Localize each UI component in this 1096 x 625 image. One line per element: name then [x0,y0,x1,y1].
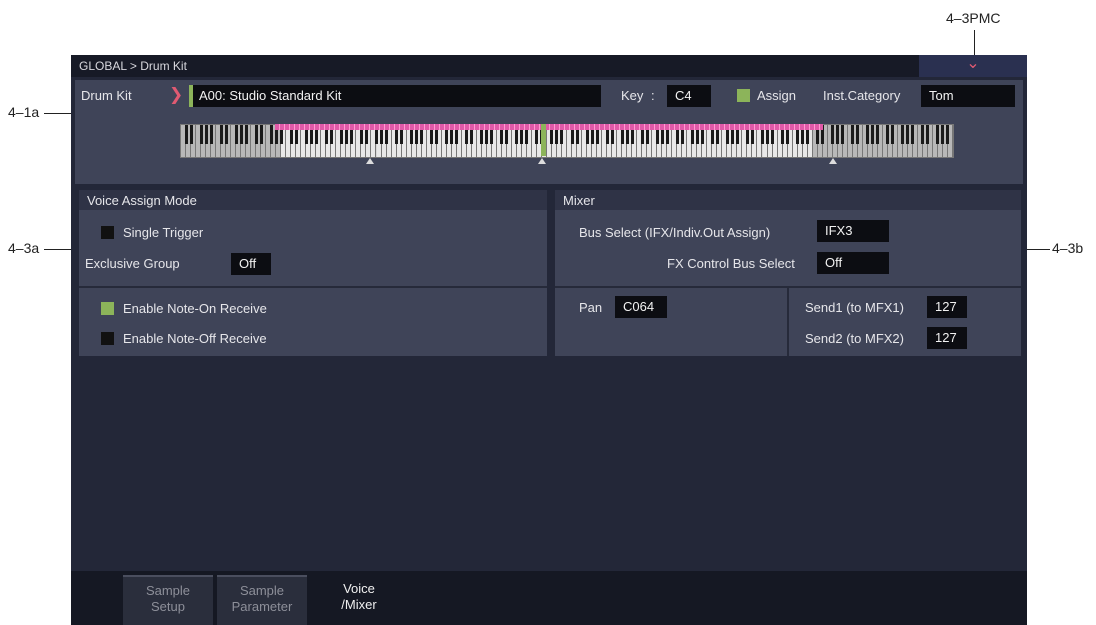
black-key[interactable] [189,125,193,144]
bus-select-label: Bus Select (IFX/Indiv.Out Assign) [579,225,771,240]
mixer-header: Mixer [555,190,1021,210]
black-key[interactable] [244,125,248,144]
black-key[interactable] [941,125,945,144]
send2-field[interactable]: 127 [927,327,967,349]
assign-label: Assign [757,88,797,103]
screen: GLOBAL > Drum Kit ⌄ Drum Kit ❯ A00: Stud… [71,55,1027,625]
drumkit-name: A00: Studio Standard Kit [199,88,342,103]
tab-sample-parameter-line2: Parameter [231,599,293,614]
assign-checkbox[interactable] [737,89,750,102]
voice-assign-header: Voice Assign Mode [79,190,547,210]
black-key[interactable] [831,125,835,144]
drumkit-select-field[interactable]: A00: Studio Standard Kit [189,85,601,107]
tab-voice-mixer-line1: Voice [343,581,375,596]
callout-pmc: 4–3PMC [946,10,1001,26]
callout-4-3b: 4–3b [1052,240,1084,256]
black-key[interactable] [921,125,925,144]
black-key[interactable] [936,125,940,144]
black-key[interactable] [234,125,238,144]
callout-4-3a: 4–3a [8,240,40,256]
range-low-marker [366,158,374,164]
tab-voice-mixer[interactable]: Voice /Mixer [311,575,407,625]
fx-control-bus-field[interactable]: Off [817,252,889,274]
black-key[interactable] [876,125,880,144]
callout-4-3b-line [1026,249,1050,250]
fx-control-bus-label: FX Control Bus Select [667,256,795,271]
black-key[interactable] [886,125,890,144]
key-separator: : [651,88,655,103]
bus-select-field[interactable]: IFX3 [817,220,889,242]
tab-sample-setup-line1: Sample [145,583,191,598]
black-key[interactable] [926,125,930,144]
mixer-title: Mixer [563,193,595,208]
note-on-label: Enable Note-On Receive [123,301,267,316]
black-key[interactable] [911,125,915,144]
callout-4-1a: 4–1a [8,104,40,120]
chevron-down-icon: ⌄ [966,55,980,72]
voice-assign-divider [79,286,547,288]
exclusive-group-label: Exclusive Group [85,256,180,271]
exclusive-group-field[interactable]: Off [231,253,271,275]
voice-assign-panel: Voice Assign Mode Single Trigger Exclusi… [79,190,547,356]
tab-voice-mixer-line2: /Mixer [341,597,377,612]
voice-assign-title: Voice Assign Mode [87,193,197,208]
drumkit-label: Drum Kit [81,88,132,103]
black-key[interactable] [269,125,273,144]
black-key[interactable] [219,125,223,144]
black-key[interactable] [851,125,855,144]
send2-label: Send2 (to MFX2) [805,331,904,346]
tab-sample-setup-line2: Setup [151,599,185,614]
note-off-checkbox[interactable] [101,332,114,345]
callout-4-3a-line [44,249,72,250]
key-value-field[interactable]: C4 [667,85,711,107]
note-on-checkbox[interactable] [101,302,114,315]
inst-category-label: Inst.Category [823,88,901,103]
black-key[interactable] [906,125,910,144]
tab-sample-parameter-line1: Sample [239,583,285,598]
single-trigger-label: Single Trigger [123,225,204,240]
inst-category-field[interactable]: Tom [921,85,1015,107]
black-key[interactable] [901,125,905,144]
black-key[interactable] [239,125,243,144]
pan-label: Pan [579,300,603,315]
black-key[interactable] [841,125,845,144]
selected-key-marker [541,124,546,156]
black-key[interactable] [199,125,203,144]
tab-sample-parameter[interactable]: Sample Parameter [217,575,307,625]
send1-field[interactable]: 127 [927,296,967,318]
key-label: Key [621,88,644,103]
page-menu-button[interactable]: ⌄ [919,55,1027,77]
mixer-column-divider [787,288,789,356]
black-key[interactable] [891,125,895,144]
note-off-label: Enable Note-Off Receive [123,331,267,346]
black-key[interactable] [184,125,188,144]
black-key[interactable] [224,125,228,144]
single-trigger-checkbox[interactable] [101,226,114,239]
black-key[interactable] [259,125,263,144]
drumkit-selected-marker [189,85,193,107]
drumkit-section: Drum Kit ❯ A00: Studio Standard Kit Key … [75,80,1023,184]
black-key[interactable] [209,125,213,144]
black-key[interactable] [254,125,258,144]
key-position-marker [538,158,546,164]
callout-pmc-line [974,30,975,56]
tab-sample-setup[interactable]: Sample Setup [123,575,213,625]
black-key[interactable] [836,125,840,144]
send1-label: Send1 (to MFX1) [805,300,904,315]
chevron-right-icon[interactable]: ❯ [169,85,183,105]
range-high-marker [829,158,837,164]
black-key[interactable] [204,125,208,144]
assign-range-bar [275,124,823,130]
breadcrumb: GLOBAL > Drum Kit [79,59,187,73]
pan-field[interactable]: C064 [615,296,667,318]
tab-bar-filler [407,575,1027,625]
black-key[interactable] [871,125,875,144]
black-key[interactable] [946,125,950,144]
title-bar: GLOBAL > Drum Kit ⌄ [71,55,1027,77]
black-key[interactable] [866,125,870,144]
page-tabs: Sample Setup Sample Parameter Voice /Mix… [71,571,1027,625]
mixer-panel: Mixer Bus Select (IFX/Indiv.Out Assign) … [555,190,1021,356]
callout-4-1a-line [44,113,72,114]
black-key[interactable] [856,125,860,144]
